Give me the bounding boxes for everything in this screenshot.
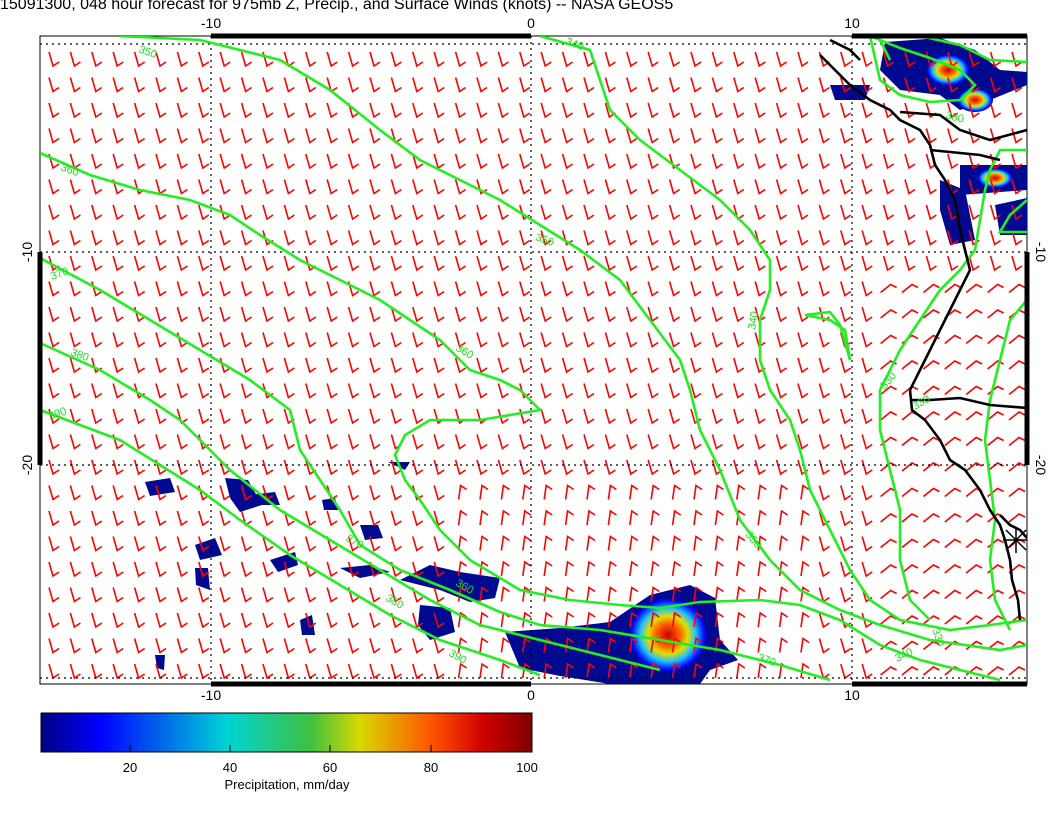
colorbar-tick: 40 [223, 760, 237, 775]
colorbar-label: Precipitation, mm/day [225, 777, 350, 792]
plot-frame [39, 35, 1028, 685]
left-tick-label: -20 [19, 455, 35, 475]
precip-max-south [628, 597, 708, 673]
top-tick-label: -10 [201, 15, 221, 31]
colorbar-tick: 80 [424, 760, 438, 775]
colorbar-tick: 100 [516, 760, 538, 775]
colorbar-gradient [40, 712, 533, 753]
bottom-tick-label: 0 [527, 687, 535, 703]
station-marker [1003, 527, 1027, 553]
map-figure: 350 360 350 370 340 380 360 390 360 370 … [19, 15, 1049, 792]
colorbar: 20 40 60 80 100 Precipitation, mm/day [40, 712, 538, 792]
right-tick-label: -20 [1033, 455, 1049, 475]
bottom-tick-label: 10 [844, 687, 860, 703]
colorbar-tick: 20 [123, 760, 137, 775]
top-tick-label: 10 [844, 15, 860, 31]
top-tick-label: 0 [527, 15, 535, 31]
bottom-tick-label: -10 [201, 687, 221, 703]
left-tick-label: -10 [19, 242, 35, 262]
right-tick-label: -10 [1033, 242, 1049, 262]
colorbar-tick: 60 [323, 760, 337, 775]
